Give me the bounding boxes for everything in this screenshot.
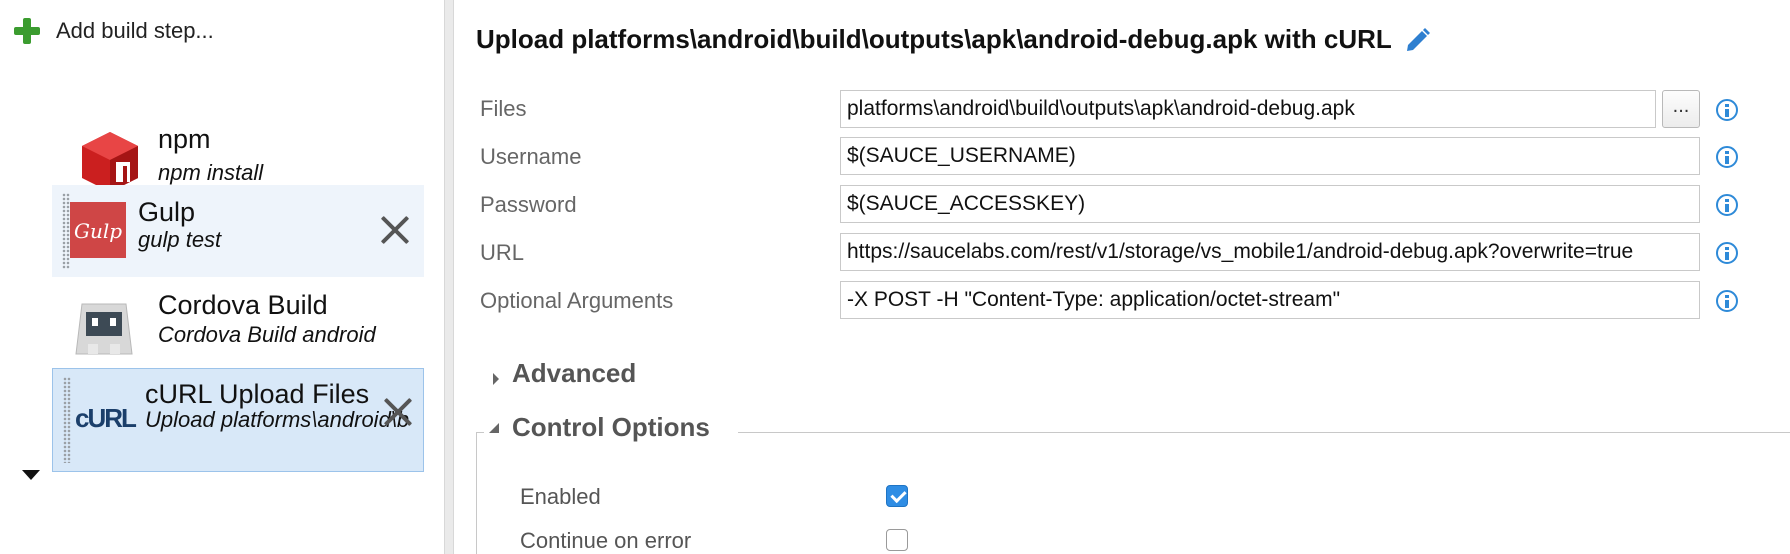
expand-caret-icon[interactable] xyxy=(22,470,40,480)
build-steps-panel: Add build step... npm npm install Gulp G… xyxy=(0,0,444,554)
task-title: Upload platforms\android\build\outputs\a… xyxy=(476,24,1392,54)
gulp-logo-text: Gulp xyxy=(74,219,122,243)
collapsed-caret-icon[interactable] xyxy=(493,373,499,385)
optional-arguments-input[interactable] xyxy=(840,281,1700,319)
advanced-section-header[interactable]: Advanced xyxy=(512,358,636,389)
gulp-icon: Gulp xyxy=(70,202,126,258)
task-detail-panel: Upload platforms\android\build\outputs\a… xyxy=(454,0,1790,554)
pencil-icon[interactable] xyxy=(1402,25,1432,55)
step-description: gulp test xyxy=(138,227,222,252)
step-name: Gulp xyxy=(138,197,196,227)
expanded-caret-icon[interactable] xyxy=(489,423,499,433)
drag-handle[interactable] xyxy=(62,193,70,269)
build-step-curl-upload[interactable]: cURL cURL Upload Files Upload platforms\… xyxy=(52,368,424,472)
info-icon[interactable] xyxy=(1716,146,1738,168)
files-input[interactable] xyxy=(840,90,1656,128)
continue-on-error-label: Continue on error xyxy=(520,528,692,553)
step-description: npm install xyxy=(158,160,264,185)
enabled-checkbox[interactable] xyxy=(886,485,908,507)
task-title-row: Upload platforms\android\build\outputs\a… xyxy=(476,24,1432,55)
url-input[interactable] xyxy=(840,233,1700,271)
control-options-section-header[interactable]: Control Options xyxy=(512,412,710,443)
add-build-step-button[interactable]: Add build step... xyxy=(12,14,214,48)
step-description: Upload platforms\android\build\outputs\a… xyxy=(145,407,409,432)
username-label: Username xyxy=(480,144,582,169)
fieldset-border xyxy=(738,432,1790,433)
info-icon[interactable] xyxy=(1716,194,1738,216)
remove-step-close-icon[interactable] xyxy=(383,397,413,427)
step-description: Cordova Build android xyxy=(158,322,376,347)
curl-icon: cURL xyxy=(75,403,137,433)
add-build-step-label: Add build step... xyxy=(56,18,214,43)
fieldset-border xyxy=(476,432,484,433)
build-step-gulp[interactable]: Gulp Gulp gulp test xyxy=(52,185,424,277)
password-label: Password xyxy=(480,192,577,217)
files-label: Files xyxy=(480,96,527,121)
username-input[interactable] xyxy=(840,137,1700,175)
fieldset-border xyxy=(476,432,477,554)
cordova-icon xyxy=(75,303,133,355)
step-name: npm xyxy=(158,124,211,154)
remove-step-close-icon[interactable] xyxy=(380,215,410,245)
info-icon[interactable] xyxy=(1716,242,1738,264)
drag-handle[interactable] xyxy=(63,377,71,463)
continue-on-error-checkbox[interactable] xyxy=(886,529,908,551)
step-name: cURL Upload Files xyxy=(145,379,370,409)
panel-splitter[interactable] xyxy=(444,0,454,554)
plus-icon xyxy=(12,16,42,46)
password-input[interactable] xyxy=(840,185,1700,223)
step-name: Cordova Build xyxy=(158,290,328,320)
info-icon[interactable] xyxy=(1716,290,1738,312)
info-icon[interactable] xyxy=(1716,99,1738,121)
optional-arguments-label: Optional Arguments xyxy=(480,288,674,313)
enabled-label: Enabled xyxy=(520,484,601,509)
url-label: URL xyxy=(480,240,525,265)
curl-logo-text: cURL xyxy=(75,403,137,433)
browse-files-button[interactable]: ... xyxy=(1662,90,1700,128)
